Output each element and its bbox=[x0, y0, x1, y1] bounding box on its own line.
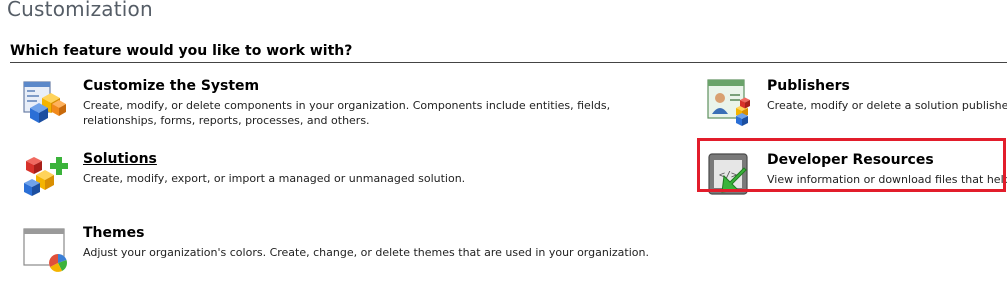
themes-title[interactable]: Themes bbox=[83, 225, 144, 241]
themes-description: Adjust your organization's colors. Creat… bbox=[83, 246, 649, 259]
developer-resources-highlight bbox=[697, 138, 1006, 192]
customize-system-description: Create, modify, or delete components in … bbox=[83, 99, 611, 127]
solutions-link[interactable]: Solutions bbox=[83, 151, 157, 167]
publishers-description: Create, modify or delete a solution publ… bbox=[767, 99, 1007, 112]
customize-system-icon bbox=[23, 81, 66, 123]
page-title: Customization bbox=[7, 0, 153, 21]
section-divider bbox=[10, 62, 1007, 63]
themes-icon bbox=[23, 228, 67, 272]
section-heading: Which feature would you like to work wit… bbox=[10, 43, 353, 59]
solutions-icon bbox=[24, 157, 68, 196]
publishers-title[interactable]: Publishers bbox=[767, 78, 850, 94]
customize-system-title[interactable]: Customize the System bbox=[83, 78, 259, 94]
publishers-icon bbox=[707, 79, 750, 126]
solutions-description: Create, modify, export, or import a mana… bbox=[83, 172, 466, 185]
